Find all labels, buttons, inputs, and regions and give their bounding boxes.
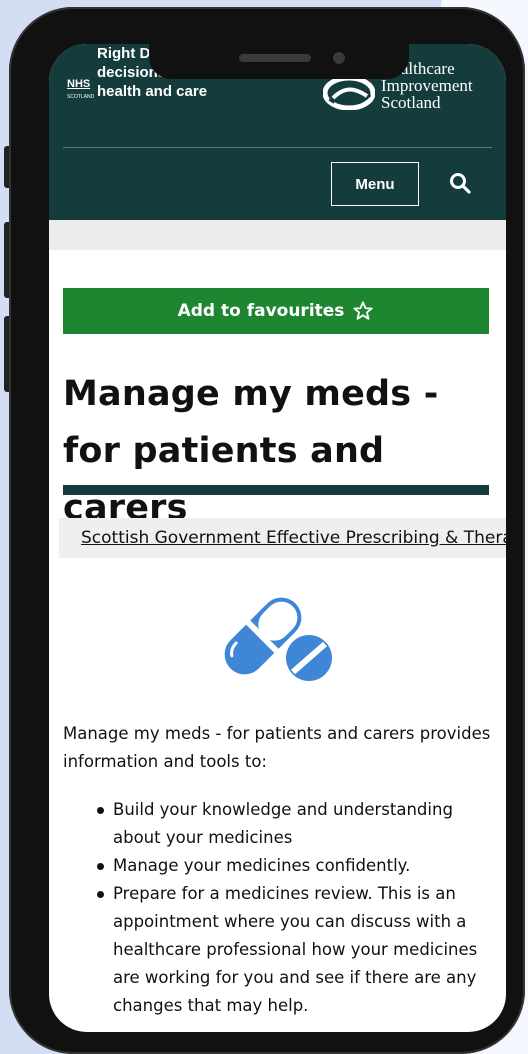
phone-speaker — [239, 54, 311, 62]
phone-notch — [149, 43, 409, 79]
page-title: Manage my meds - for patients and carers — [63, 374, 439, 528]
phone-frame: NHS SCOTLAND Right Decisions supporting … — [9, 7, 525, 1054]
publisher-link[interactable]: Scottish Government Effective Prescribin… — [81, 528, 506, 548]
add-to-favourites-button[interactable]: Add to favourites — [63, 288, 489, 334]
nhs-logo-text: NHS — [67, 78, 91, 90]
breadcrumb-band — [49, 220, 506, 250]
his-logo-line-2: Improvement — [381, 76, 473, 95]
benefits-list: Build your knowledge and understanding a… — [97, 796, 493, 1020]
phone-camera — [333, 52, 345, 64]
his-logo-line-3: Scotland — [381, 93, 441, 112]
publisher-tag: Scottish Government Effective Prescribin… — [59, 518, 506, 558]
list-item: Manage your medicines confidently. — [97, 852, 493, 880]
nhs-logo[interactable]: NHS SCOTLAND — [67, 74, 94, 100]
nhs-logo-subtext: SCOTLAND — [67, 94, 95, 100]
title-underline — [63, 485, 489, 495]
header-divider — [63, 147, 492, 148]
phone-screen: NHS SCOTLAND Right Decisions supporting … — [49, 44, 506, 1032]
menu-button[interactable]: Menu — [331, 162, 419, 206]
list-item: Build your knowledge and understanding a… — [97, 796, 493, 852]
his-logo-mark-icon — [323, 76, 375, 110]
list-item: Prepare for a medicines review. This is … — [97, 880, 493, 1020]
add-to-favourites-label: Add to favourites — [177, 301, 345, 321]
intro-paragraph: Manage my meds - for patients and carers… — [63, 724, 491, 771]
pills-icon — [224, 597, 332, 681]
star-outline-icon — [353, 301, 374, 320]
search-icon[interactable] — [447, 170, 475, 198]
